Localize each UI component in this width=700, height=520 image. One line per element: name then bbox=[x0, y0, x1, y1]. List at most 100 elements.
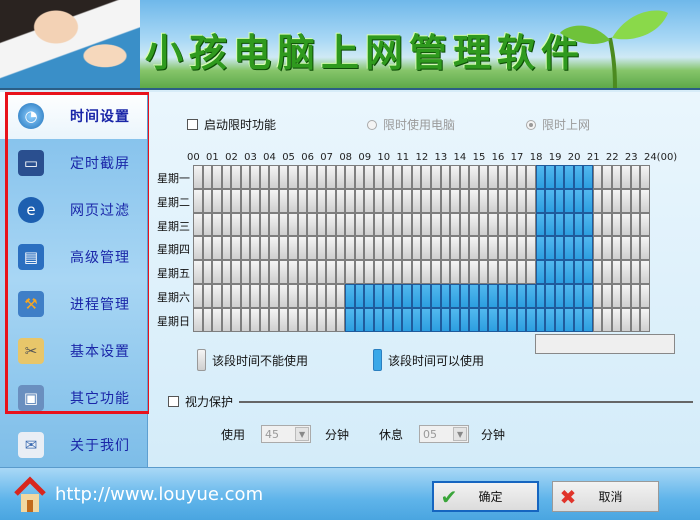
time-slot-blocked[interactable] bbox=[240, 284, 251, 308]
sidebar-item-other[interactable]: ▣ 其它功能 bbox=[0, 374, 147, 421]
time-slot-blocked[interactable] bbox=[231, 212, 241, 237]
time-slot-blocked[interactable] bbox=[621, 284, 631, 308]
time-slot-blocked[interactable] bbox=[450, 260, 460, 284]
time-slot-blocked[interactable] bbox=[497, 236, 508, 261]
time-slot-allowed[interactable] bbox=[583, 236, 593, 261]
time-slot-allowed[interactable] bbox=[478, 307, 489, 332]
time-slot-blocked[interactable] bbox=[402, 188, 412, 213]
time-slot-blocked[interactable] bbox=[516, 236, 527, 261]
time-slot-blocked[interactable] bbox=[269, 236, 279, 261]
time-slot-blocked[interactable] bbox=[402, 236, 412, 261]
time-slot-allowed[interactable] bbox=[497, 284, 508, 308]
time-slot-allowed[interactable] bbox=[545, 165, 555, 189]
time-slot-blocked[interactable] bbox=[621, 165, 631, 189]
time-slot-blocked[interactable] bbox=[250, 212, 260, 237]
ok-button[interactable]: ✔ 确定 bbox=[432, 481, 539, 512]
time-slot-allowed[interactable] bbox=[507, 307, 517, 332]
time-slot-blocked[interactable] bbox=[507, 165, 517, 189]
time-slot-allowed[interactable] bbox=[545, 212, 555, 237]
time-slot-blocked[interactable] bbox=[335, 307, 346, 332]
time-slot-blocked[interactable] bbox=[621, 212, 631, 237]
time-slot-blocked[interactable] bbox=[411, 165, 422, 189]
time-slot-blocked[interactable] bbox=[221, 260, 232, 284]
time-slot-blocked[interactable] bbox=[526, 212, 536, 237]
time-slot-blocked[interactable] bbox=[335, 236, 346, 261]
use-minutes-select[interactable]: 45 ▼ bbox=[261, 425, 312, 443]
time-slot-blocked[interactable] bbox=[431, 236, 441, 261]
time-slot-blocked[interactable] bbox=[507, 236, 517, 261]
time-slot-blocked[interactable] bbox=[459, 260, 470, 284]
time-slot-blocked[interactable] bbox=[278, 260, 289, 284]
time-slot-blocked[interactable] bbox=[335, 284, 346, 308]
time-slot-blocked[interactable] bbox=[459, 212, 470, 237]
time-slot-blocked[interactable] bbox=[193, 188, 203, 213]
time-slot-blocked[interactable] bbox=[611, 165, 622, 189]
time-slot-blocked[interactable] bbox=[335, 165, 346, 189]
time-slot-blocked[interactable] bbox=[392, 188, 403, 213]
time-slot-allowed[interactable] bbox=[564, 236, 574, 261]
time-slot-blocked[interactable] bbox=[231, 284, 241, 308]
time-slot-blocked[interactable] bbox=[335, 260, 346, 284]
time-slot-allowed[interactable] bbox=[583, 188, 593, 213]
time-slot-allowed[interactable] bbox=[583, 284, 593, 308]
time-slot-blocked[interactable] bbox=[440, 212, 451, 237]
time-slot-blocked[interactable] bbox=[250, 165, 260, 189]
time-slot-blocked[interactable] bbox=[250, 188, 260, 213]
time-slot-blocked[interactable] bbox=[497, 188, 508, 213]
time-slot-blocked[interactable] bbox=[516, 188, 527, 213]
time-slot-blocked[interactable] bbox=[221, 188, 232, 213]
time-slot-blocked[interactable] bbox=[202, 188, 213, 213]
time-slot-blocked[interactable] bbox=[231, 260, 241, 284]
sidebar-item-basic-settings[interactable]: ✂ 基本设置 bbox=[0, 327, 147, 374]
time-slot-blocked[interactable] bbox=[459, 188, 470, 213]
time-slot-allowed[interactable] bbox=[526, 307, 536, 332]
time-slot-allowed[interactable] bbox=[545, 307, 555, 332]
sidebar-item-process[interactable]: ⚒ 进程管理 bbox=[0, 280, 147, 327]
time-slot-allowed[interactable] bbox=[573, 260, 584, 284]
time-slot-allowed[interactable] bbox=[554, 236, 565, 261]
time-slot-blocked[interactable] bbox=[316, 307, 327, 332]
time-slot-blocked[interactable] bbox=[402, 165, 412, 189]
time-slot-allowed[interactable] bbox=[564, 260, 574, 284]
time-slot-blocked[interactable] bbox=[202, 284, 213, 308]
time-slot-blocked[interactable] bbox=[231, 307, 241, 332]
time-slot-allowed[interactable] bbox=[535, 260, 546, 284]
time-slot-blocked[interactable] bbox=[288, 236, 298, 261]
time-slot-blocked[interactable] bbox=[526, 236, 536, 261]
time-slot-allowed[interactable] bbox=[526, 284, 536, 308]
time-slot-blocked[interactable] bbox=[212, 188, 222, 213]
time-slot-allowed[interactable] bbox=[497, 307, 508, 332]
time-slot-blocked[interactable] bbox=[373, 260, 384, 284]
time-slot-blocked[interactable] bbox=[450, 212, 460, 237]
sidebar-item-advanced[interactable]: ▤ 高级管理 bbox=[0, 233, 147, 280]
sidebar-item-web-filter[interactable]: e 网页过滤 bbox=[0, 186, 147, 233]
time-slot-blocked[interactable] bbox=[640, 260, 650, 284]
time-slot-blocked[interactable] bbox=[269, 188, 279, 213]
time-slot-blocked[interactable] bbox=[335, 212, 346, 237]
time-slot-blocked[interactable] bbox=[345, 260, 355, 284]
time-slot-blocked[interactable] bbox=[240, 236, 251, 261]
time-slot-blocked[interactable] bbox=[411, 212, 422, 237]
cancel-button[interactable]: ✖ 取消 bbox=[552, 481, 659, 512]
time-slot-blocked[interactable] bbox=[507, 188, 517, 213]
time-slot-allowed[interactable] bbox=[535, 188, 546, 213]
time-slot-blocked[interactable] bbox=[259, 260, 270, 284]
time-slot-allowed[interactable] bbox=[469, 307, 479, 332]
time-slot-allowed[interactable] bbox=[440, 307, 451, 332]
time-slot-blocked[interactable] bbox=[345, 212, 355, 237]
time-slot-allowed[interactable] bbox=[345, 284, 355, 308]
time-slot-allowed[interactable] bbox=[545, 284, 555, 308]
radio-limit-computer[interactable]: 限时使用电脑 bbox=[367, 116, 455, 133]
time-slot-allowed[interactable] bbox=[516, 284, 527, 308]
time-slot-allowed[interactable] bbox=[583, 165, 593, 189]
time-slot-blocked[interactable] bbox=[592, 212, 603, 237]
time-slot-blocked[interactable] bbox=[364, 188, 374, 213]
sidebar-item-time-settings[interactable]: ◔ 时间设置 bbox=[0, 92, 147, 139]
time-slot-allowed[interactable] bbox=[573, 165, 584, 189]
time-slot-blocked[interactable] bbox=[259, 165, 270, 189]
time-slot-blocked[interactable] bbox=[202, 236, 213, 261]
time-slot-allowed[interactable] bbox=[564, 307, 574, 332]
time-slot-blocked[interactable] bbox=[373, 236, 384, 261]
time-slot-blocked[interactable] bbox=[364, 212, 374, 237]
radio-button[interactable] bbox=[367, 119, 377, 130]
